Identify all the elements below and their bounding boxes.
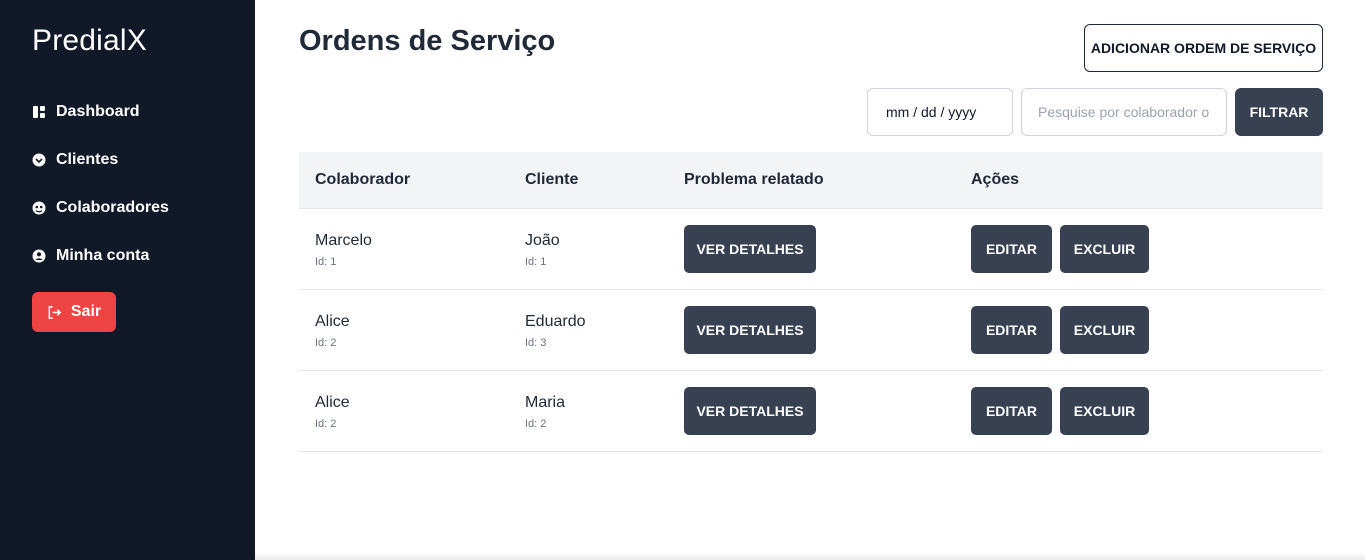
colaborador-name: Alice — [315, 394, 350, 411]
view-details-button[interactable]: VER DETALHES — [684, 306, 816, 354]
colaborador-name: Marcelo — [315, 232, 372, 249]
sidebar-item-label: Clientes — [56, 151, 119, 168]
colaborador-id: Id: 2 — [315, 418, 337, 430]
column-header-colaborador: Colaborador — [315, 171, 411, 188]
sidebar-item-label: Dashboard — [56, 103, 140, 120]
filter-button[interactable]: FILTRAR — [1235, 88, 1323, 136]
clients-icon — [32, 153, 46, 167]
sidebar-item-dashboard[interactable]: Dashboard — [32, 100, 140, 124]
service-orders-table: Colaborador Cliente Problema relatado Aç… — [299, 152, 1323, 452]
brand-logo[interactable]: PredialX — [32, 24, 147, 58]
sidebar-item-label: Colaboradores — [56, 199, 169, 216]
colaborador-id: Id: 1 — [315, 256, 337, 268]
delete-button[interactable]: EXCLUIR — [1060, 225, 1149, 273]
sidebar-item-minha-conta[interactable]: Minha conta — [32, 244, 149, 268]
column-header-acoes: Ações — [971, 171, 1020, 188]
account-icon — [32, 249, 46, 263]
table-row: Alice Id: 2 Maria Id: 2 VER DETALHES EDI… — [299, 371, 1323, 452]
cliente-id: Id: 1 — [525, 256, 547, 268]
sidebar-item-colaboradores[interactable]: Colaboradores — [32, 196, 169, 220]
date-filter-input[interactable] — [867, 88, 1013, 136]
search-input[interactable] — [1021, 88, 1227, 136]
page-title: Ordens de Serviço — [299, 25, 556, 57]
delete-button[interactable]: EXCLUIR — [1060, 387, 1149, 435]
view-details-button[interactable]: VER DETALHES — [684, 225, 816, 273]
cliente-id: Id: 2 — [525, 418, 547, 430]
column-header-problema: Problema relatado — [684, 171, 824, 188]
bottom-divider — [255, 553, 1365, 560]
table-header: Colaborador Cliente Problema relatado Aç… — [299, 152, 1323, 209]
table-row: Alice Id: 2 Eduardo Id: 3 VER DETALHES E… — [299, 290, 1323, 371]
cliente-id: Id: 3 — [525, 337, 547, 349]
collaborators-icon — [32, 201, 46, 215]
sidebar-item-clientes[interactable]: Clientes — [32, 148, 118, 172]
edit-button[interactable]: EDITAR — [971, 225, 1052, 273]
edit-button[interactable]: EDITAR — [971, 387, 1052, 435]
cliente-name: Maria — [525, 394, 566, 411]
dashboard-icon — [32, 105, 46, 119]
cliente-name: João — [525, 232, 560, 249]
view-details-button[interactable]: VER DETALHES — [684, 387, 816, 435]
logout-button[interactable]: Sair — [32, 292, 116, 332]
edit-button[interactable]: EDITAR — [971, 306, 1052, 354]
logout-label: Sair — [70, 303, 102, 320]
sidebar: PredialX Dashboard Clientes Colaboradore… — [0, 0, 255, 560]
delete-button[interactable]: EXCLUIR — [1060, 306, 1149, 354]
column-header-cliente: Cliente — [525, 171, 579, 188]
cliente-name: Eduardo — [525, 313, 586, 330]
colaborador-id: Id: 2 — [315, 337, 337, 349]
logout-icon — [47, 305, 62, 320]
table-row: Marcelo Id: 1 João Id: 1 VER DETALHES ED… — [299, 209, 1323, 290]
colaborador-name: Alice — [315, 313, 350, 330]
add-service-order-button[interactable]: ADICIONAR ORDEM DE SERVIÇO — [1084, 24, 1323, 72]
sidebar-item-label: Minha conta — [56, 247, 150, 264]
